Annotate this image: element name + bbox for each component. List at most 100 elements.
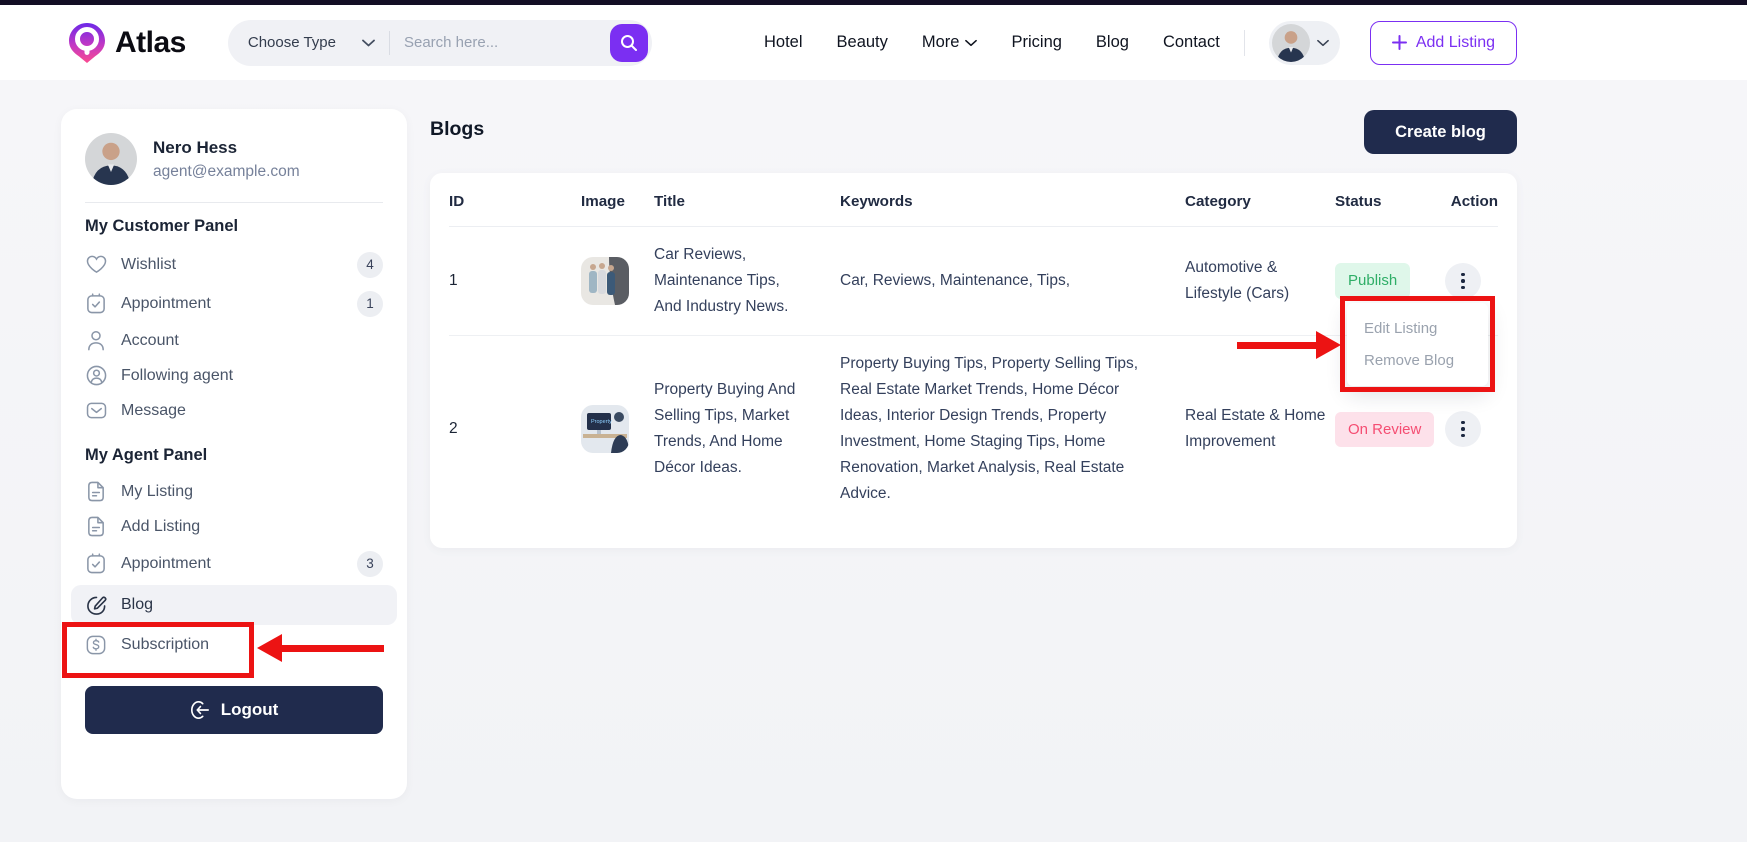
blog-id: 1 xyxy=(449,268,581,294)
add-listing-button[interactable]: Add Listing xyxy=(1370,21,1517,65)
appointment-count-badge: 1 xyxy=(357,291,383,317)
row-actions-button[interactable] xyxy=(1445,263,1481,299)
sidebar-item-subscription[interactable]: Subscription xyxy=(85,627,383,662)
envelope-icon xyxy=(85,400,107,422)
column-header-action: Action xyxy=(1445,193,1498,210)
chevron-down-icon xyxy=(362,39,375,47)
dollar-icon xyxy=(85,634,107,656)
profile-email: agent@example.com xyxy=(153,163,300,181)
row-actions-button[interactable] xyxy=(1445,411,1481,447)
sidebar-item-label: Blog xyxy=(121,596,153,614)
sidebar-item-label: Subscription xyxy=(121,636,209,654)
table-row: 1 Car Reviews, Maintenance Tips, And Ind… xyxy=(449,227,1498,336)
sidebar-item-my-listing[interactable]: My Listing xyxy=(85,474,383,509)
column-header-status: Status xyxy=(1335,193,1445,210)
blog-action xyxy=(1445,411,1498,447)
atlas-dashboard-page: Atlas Choose Type Hotel Beauty More xyxy=(0,0,1747,842)
column-header-title: Title xyxy=(654,193,840,210)
plus-icon xyxy=(1392,35,1407,50)
sidebar-item-label: Appointment xyxy=(121,295,211,313)
sidebar-item-appointment[interactable]: Appointment 1 xyxy=(85,284,383,323)
blog-action xyxy=(1445,263,1498,299)
sidebar-item-label: Wishlist xyxy=(121,256,176,274)
logout-button[interactable]: Logout xyxy=(85,686,383,734)
user-circle-icon xyxy=(85,365,107,387)
sidebar-item-account[interactable]: Account xyxy=(85,323,383,358)
edit-pen-icon xyxy=(85,594,107,616)
nav-link-pricing[interactable]: Pricing xyxy=(1011,33,1061,52)
chevron-down-icon xyxy=(965,39,977,47)
create-blog-button[interactable]: Create blog xyxy=(1364,110,1517,154)
nav-link-beauty[interactable]: Beauty xyxy=(837,33,888,52)
blog-category: Real Estate & Home Improvement xyxy=(1185,403,1335,455)
sidebar-item-blog[interactable]: Blog xyxy=(71,585,397,625)
blog-thumbnail: Property xyxy=(581,405,654,453)
sidebar-item-add-listing[interactable]: Add Listing xyxy=(85,509,383,544)
section-title-customer-panel: My Customer Panel xyxy=(85,217,383,236)
nav-link-hotel[interactable]: Hotel xyxy=(764,33,803,52)
navbar: Atlas Choose Type Hotel Beauty More xyxy=(0,5,1747,80)
column-header-category: Category xyxy=(1185,193,1335,210)
sidebar-item-following-agent[interactable]: Following agent xyxy=(85,358,383,393)
column-header-id: ID xyxy=(449,193,581,210)
nav-link-label: Hotel xyxy=(764,33,803,52)
search-button[interactable] xyxy=(610,24,648,62)
atlas-logo-icon xyxy=(68,22,106,64)
chevron-down-icon xyxy=(1317,39,1329,47)
svg-text:Property: Property xyxy=(591,419,612,425)
nav-link-more[interactable]: More xyxy=(922,33,978,52)
sidebar-item-label: Appointment xyxy=(121,555,211,573)
table-row: 2 Property Property Buying And Selling T… xyxy=(449,336,1498,522)
sidebar-item-message[interactable]: Message xyxy=(85,393,383,428)
sidebar-item-wishlist[interactable]: Wishlist 4 xyxy=(85,245,383,284)
blog-id: 2 xyxy=(449,416,581,442)
page-title: Blogs xyxy=(430,118,484,141)
column-header-image: Image xyxy=(581,193,654,210)
search-bar: Choose Type xyxy=(228,20,652,66)
sidebar-item-appointment-agent[interactable]: Appointment 3 xyxy=(85,544,383,583)
status-badge-publish: Publish xyxy=(1335,263,1410,298)
nav-link-label: Beauty xyxy=(837,33,888,52)
sidebar-item-label: My Listing xyxy=(121,483,193,501)
avatar xyxy=(1272,24,1310,62)
logout-icon xyxy=(190,700,210,720)
sidebar-item-label: Following agent xyxy=(121,367,233,385)
blog-title: Property Buying And Selling Tips, Market… xyxy=(654,377,840,481)
search-divider xyxy=(389,31,390,55)
document-icon xyxy=(85,516,107,538)
user-menu[interactable] xyxy=(1269,21,1340,65)
blog-keywords: Car, Reviews, Maintenance, Tips, xyxy=(840,268,1185,294)
menu-item-edit-listing[interactable]: Edit Listing xyxy=(1364,320,1488,337)
brand[interactable]: Atlas xyxy=(68,22,186,64)
blog-title: Car Reviews, Maintenance Tips, And Indus… xyxy=(654,242,840,320)
menu-item-remove-blog[interactable]: Remove Blog xyxy=(1364,352,1488,369)
nav-link-label: More xyxy=(922,33,960,52)
blog-status: On Review xyxy=(1335,412,1445,447)
sidebar: Nero Hess agent@example.com My Customer … xyxy=(61,109,407,799)
clipboard-check-icon xyxy=(85,293,107,315)
logout-label: Logout xyxy=(221,700,279,720)
type-select[interactable]: Choose Type xyxy=(248,34,375,51)
sidebar-item-label: Account xyxy=(121,332,179,350)
section-title-agent-panel: My Agent Panel xyxy=(85,446,383,465)
sidebar-divider xyxy=(85,202,383,203)
nav-link-blog[interactable]: Blog xyxy=(1096,33,1129,52)
clipboard-check-icon xyxy=(85,553,107,575)
search-icon xyxy=(620,34,638,52)
brand-name: Atlas xyxy=(115,26,186,60)
sidebar-item-label: Message xyxy=(121,402,186,420)
row-actions-menu: Edit Listing Remove Blog xyxy=(1347,303,1488,386)
blog-status: Publish xyxy=(1335,263,1445,298)
type-select-value: Choose Type xyxy=(248,34,336,51)
avatar xyxy=(85,133,137,185)
profile: Nero Hess agent@example.com xyxy=(85,133,383,185)
sidebar-item-label: Add Listing xyxy=(121,518,200,536)
nav-links: Hotel Beauty More Pricing Blog Contact xyxy=(764,33,1220,52)
nav-link-contact[interactable]: Contact xyxy=(1163,33,1220,52)
blog-category: Automotive & Lifestyle (Cars) xyxy=(1185,255,1335,307)
table-header-row: ID Image Title Keywords Category Status … xyxy=(449,177,1498,227)
nav-divider xyxy=(1244,30,1245,56)
heart-icon xyxy=(85,254,107,276)
column-header-keywords: Keywords xyxy=(840,193,1185,210)
search-input[interactable] xyxy=(404,34,610,51)
